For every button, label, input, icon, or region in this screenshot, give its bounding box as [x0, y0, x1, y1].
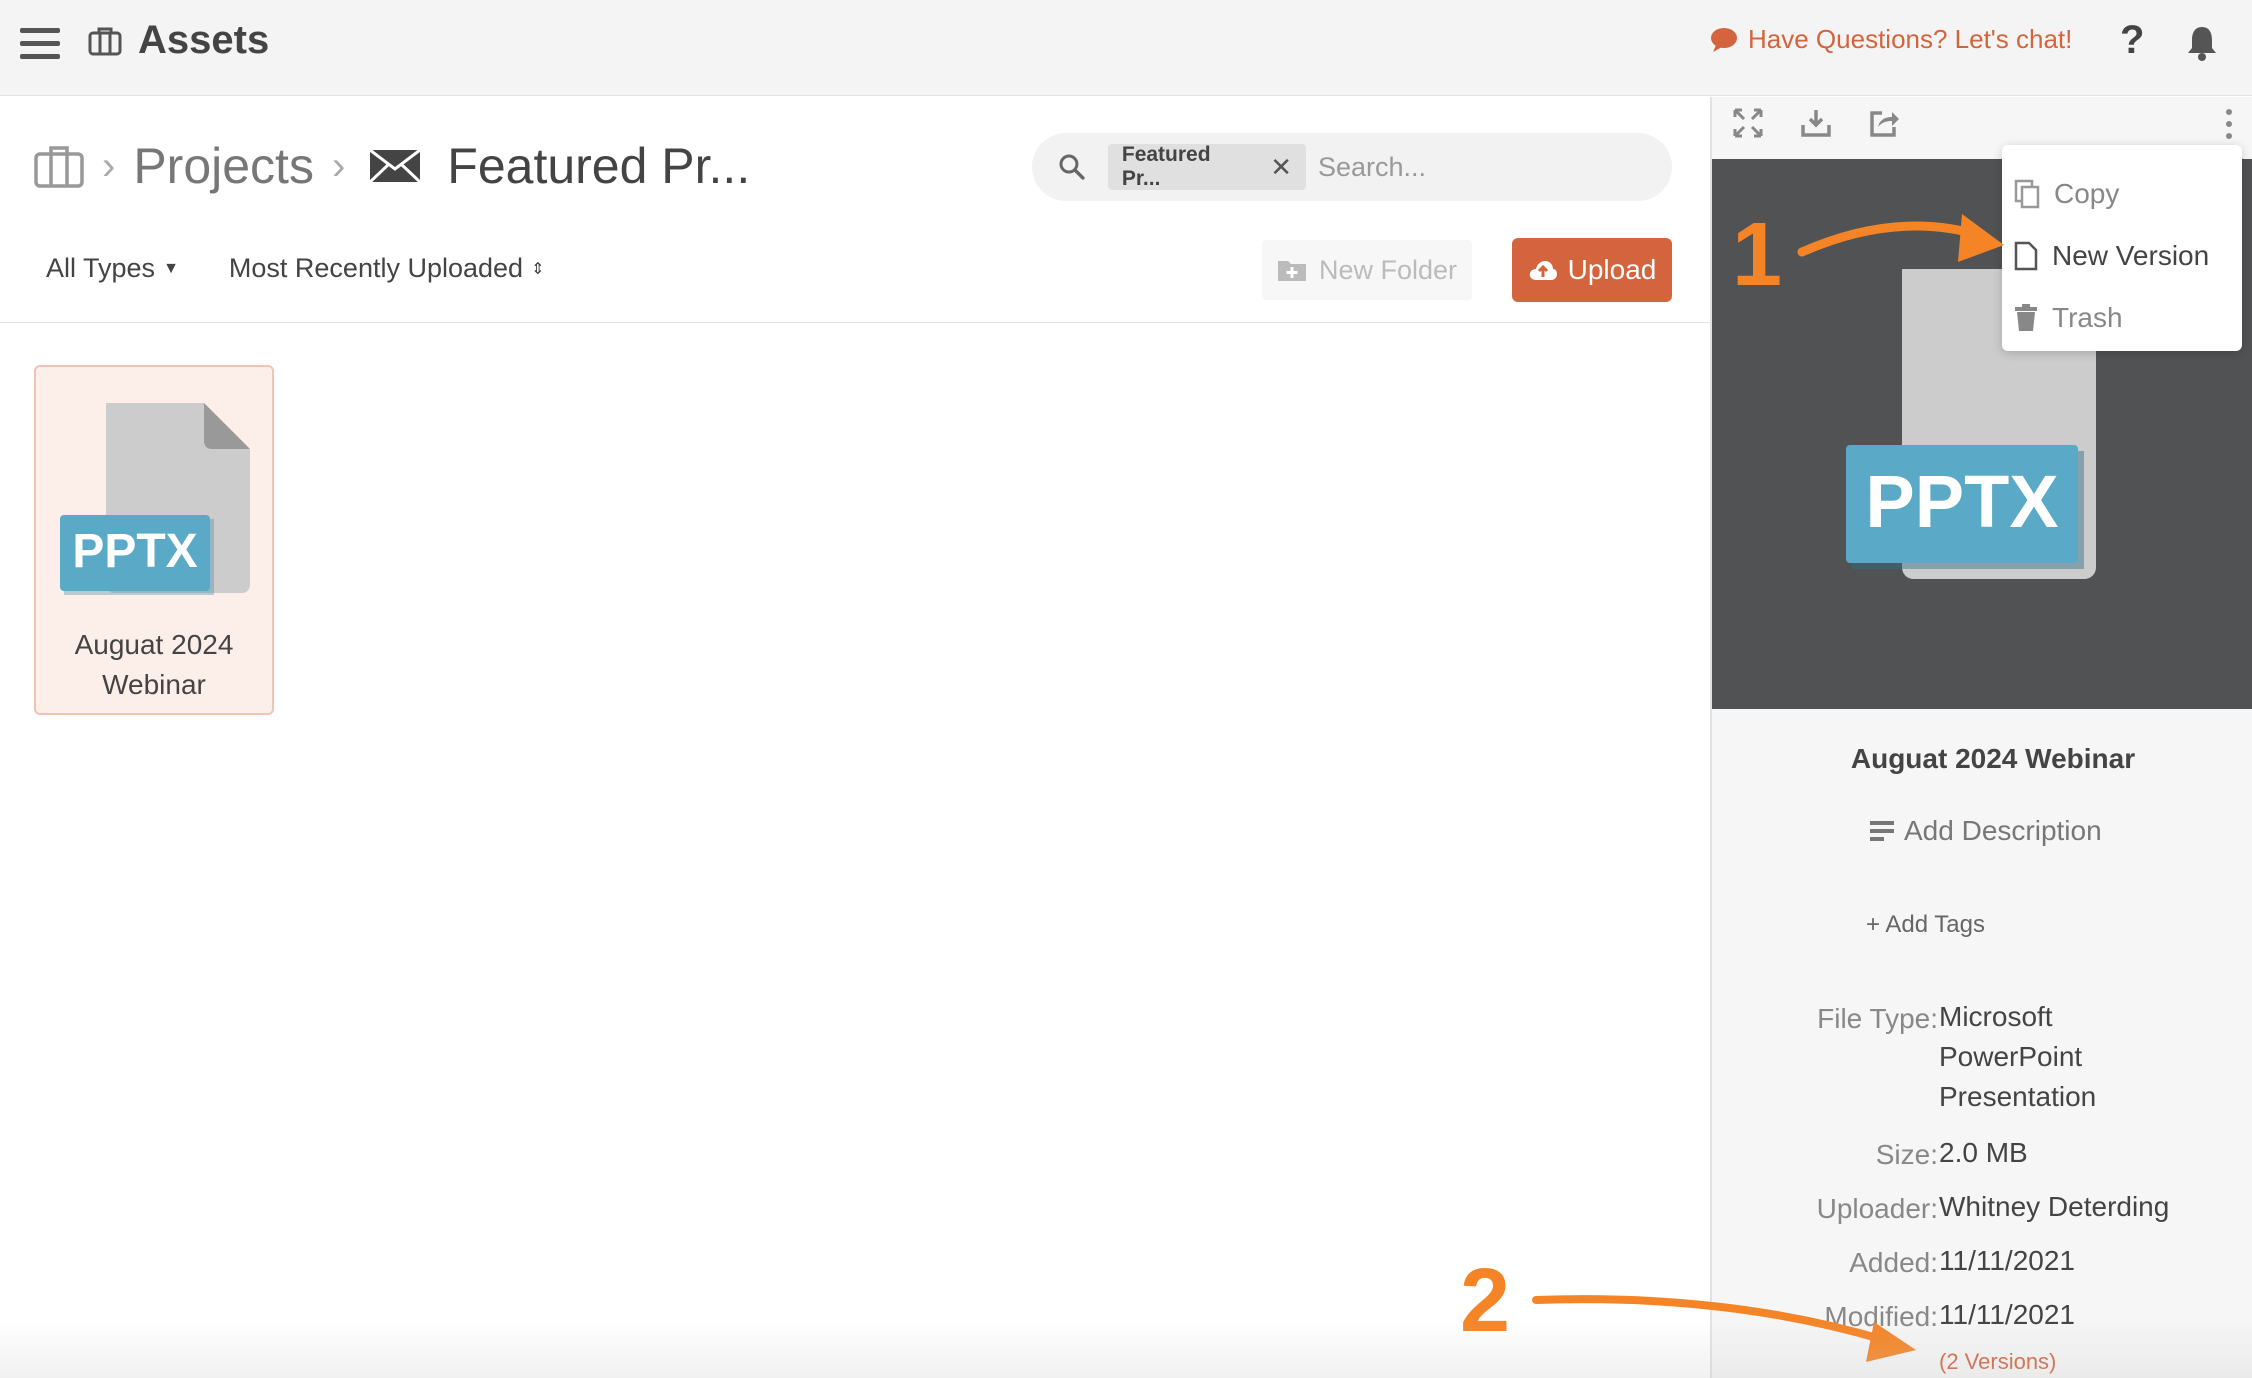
new-folder-button[interactable]: New Folder	[1262, 240, 1472, 300]
help-icon[interactable]: ?	[2120, 18, 2144, 63]
file-name-line: Webinar	[102, 669, 206, 700]
sort-dropdown[interactable]: Most Recently Uploaded ⇕	[229, 253, 545, 284]
details-panel: PPTX Copy New Version Trash Auguat 2024 …	[1710, 97, 2252, 1378]
file-tile[interactable]: PPTX Auguat 2024 Webinar	[34, 365, 274, 715]
type-filter-label: All Types	[46, 253, 156, 283]
menu-item-trash[interactable]: Trash	[2002, 287, 2242, 349]
versions-link[interactable]: (2 Versions)	[1939, 1349, 2056, 1375]
file-badge: PPTX	[72, 525, 197, 578]
search-filter-chip: Featured Pr... ✕	[1107, 143, 1306, 190]
file-title: Auguat 2024 Webinar	[1850, 743, 2136, 774]
meta-value-line: Presentation	[1939, 1081, 2097, 1112]
meta-value: 11/11/2021	[1939, 1245, 2075, 1276]
file-pptx-icon: PPTX	[60, 403, 250, 595]
page-title: Assets	[138, 18, 270, 62]
menu-item-label: New Version	[2052, 240, 2210, 271]
copy-icon	[2014, 179, 2040, 209]
close-icon[interactable]: ✕	[1270, 152, 1292, 183]
meta-label: File Type:	[1817, 1003, 1938, 1034]
context-menu: Copy New Version Trash	[2002, 145, 2242, 351]
folder-plus-icon	[1277, 261, 1306, 281]
briefcase-icon[interactable]	[34, 144, 84, 188]
cloud-upload-icon	[1529, 261, 1557, 280]
type-filter-dropdown[interactable]: All Types ▼	[46, 253, 179, 284]
meta-value-line: PowerPoint	[1939, 1041, 2083, 1072]
add-tags-button[interactable]: + Add Tags	[1866, 911, 1985, 939]
briefcase-icon	[88, 27, 122, 56]
annotation-step-1: 1	[1732, 205, 1783, 305]
meta-value: Whitney Deterding	[1939, 1191, 2170, 1222]
file-icon	[2014, 241, 2038, 271]
meta-label: Modified:	[1824, 1301, 1938, 1332]
breadcrumb-current: Featured Pr...	[447, 138, 751, 194]
menu-item-new-version[interactable]: New Version	[2002, 225, 2242, 287]
chevron-right-icon: ›	[331, 143, 346, 188]
breadcrumb-projects[interactable]: Projects	[133, 137, 314, 195]
share-icon[interactable]	[1868, 107, 1900, 139]
sort-icon: ⇕	[531, 260, 545, 278]
top-bar: Assets Have Questions? Let's chat! ?	[0, 0, 2252, 96]
filter-bar: All Types ▼ Most Recently Uploaded ⇕	[46, 253, 544, 284]
new-folder-label: New Folder	[1318, 254, 1458, 285]
meta-value: Microsoft PowerPoint Presentation	[1939, 997, 2096, 1117]
add-description-label: Add Description	[1904, 815, 2102, 846]
add-description-button[interactable]: Add Description	[1870, 815, 2102, 847]
meta-label: Uploader:	[1816, 1193, 1938, 1224]
search-bar: Featured Pr... ✕	[1032, 133, 1672, 201]
breadcrumb: › Projects › Featured Pr...	[34, 137, 750, 195]
search-input[interactable]	[1318, 151, 1672, 183]
sort-label: Most Recently Uploaded	[228, 253, 524, 283]
search-icon	[1059, 154, 1085, 180]
menu-icon[interactable]	[20, 28, 60, 60]
upload-label: Upload	[1567, 254, 1657, 285]
menu-item-copy[interactable]: Copy	[2002, 163, 2242, 225]
download-icon[interactable]	[1800, 107, 1832, 139]
align-left-icon	[1870, 821, 1894, 841]
chevron-right-icon: ›	[102, 143, 116, 188]
meta-label: Size:	[1875, 1139, 1938, 1170]
search-chip-label: Featured Pr...	[1121, 143, 1211, 190]
envelope-icon	[369, 149, 422, 183]
caret-down-icon: ▼	[163, 259, 179, 277]
file-name: Auguat 2024 Webinar	[36, 625, 272, 705]
chat-link-label: Have Questions? Let's chat!	[1748, 24, 2073, 54]
menu-item-label: Copy	[2054, 178, 2120, 209]
meta-value-line: Microsoft	[1939, 1001, 2053, 1032]
preview-badge: PPTX	[1865, 460, 2058, 543]
bell-icon[interactable]	[2186, 24, 2218, 62]
annotation-step-2: 2	[1460, 1251, 1511, 1351]
upload-button[interactable]: Upload	[1512, 238, 1672, 302]
menu-item-label: Trash	[2052, 302, 2123, 333]
chat-bubble-icon	[1711, 27, 1737, 52]
expand-icon[interactable]	[1732, 107, 1764, 139]
meta-value: 2.0 MB	[1939, 1137, 2028, 1168]
trash-icon	[2015, 304, 2037, 331]
more-options-icon[interactable]	[2226, 109, 2232, 145]
file-name-line: Auguat 2024	[74, 629, 234, 660]
meta-label: Added:	[1849, 1247, 1938, 1278]
chat-link[interactable]: Have Questions? Let's chat!	[1710, 24, 2072, 55]
divider	[0, 322, 1710, 323]
panel-toolbar	[1732, 107, 1900, 139]
meta-value: 11/11/2021	[1939, 1299, 2075, 1330]
main-content: › Projects › Featured Pr... Featured Pr.…	[0, 97, 1710, 1378]
